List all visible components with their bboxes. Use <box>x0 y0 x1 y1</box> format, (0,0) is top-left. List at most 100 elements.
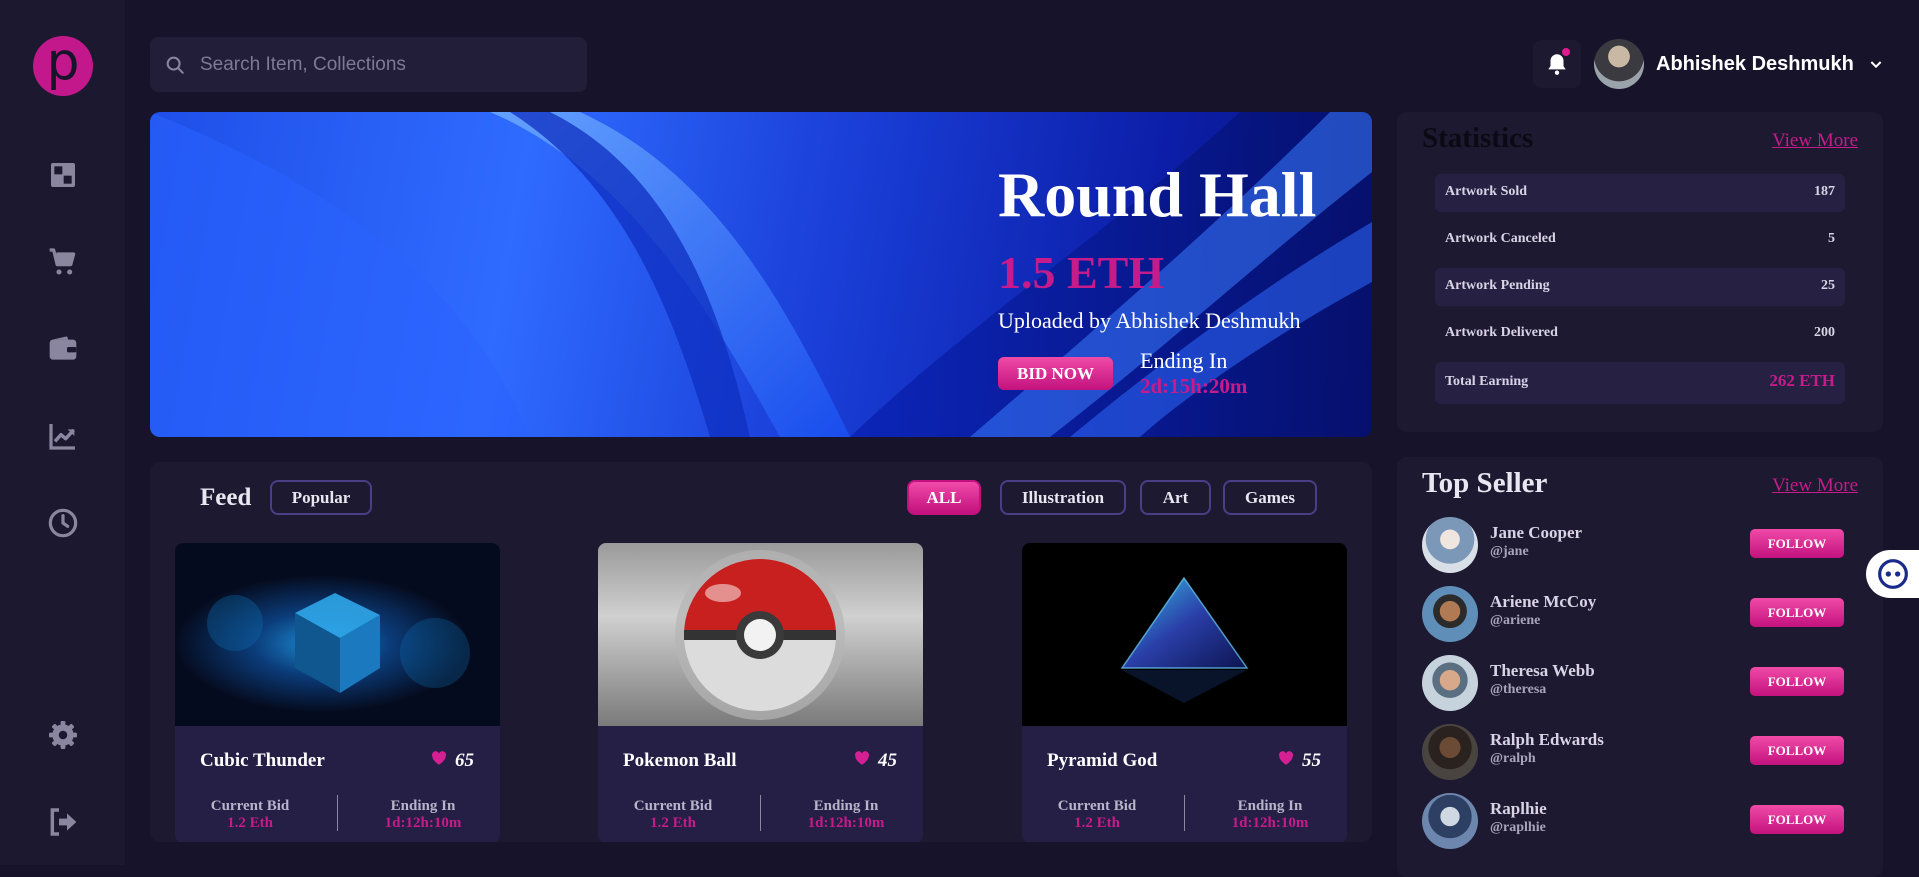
gear-icon <box>49 721 77 749</box>
seller-handle: @theresa <box>1490 682 1547 697</box>
current-bid-value: 1.2 Eth <box>650 815 696 831</box>
nft-name: Cubic Thunder <box>200 750 325 771</box>
stat-value: 187 <box>1814 184 1835 199</box>
divider <box>337 795 338 831</box>
hero-banner: Round Hall 1.5 ETH Uploaded by Abhishek … <box>150 112 1372 437</box>
seller-item: Raplhie @raplhie FOLLOW <box>1422 793 1862 849</box>
seller-item: Ariene McCoy @ariene FOLLOW <box>1422 586 1862 642</box>
heart-icon[interactable] <box>430 749 448 767</box>
nav-logout[interactable] <box>45 804 81 840</box>
nft-image-pyramid-god <box>1022 543 1347 726</box>
nft-name: Pyramid God <box>1047 750 1158 771</box>
current-bid-value: 1.2 Eth <box>1074 815 1120 831</box>
current-bid-label: Current Bid <box>1057 798 1137 814</box>
stat-row-artwork-delivered: Artwork Delivered 200 <box>1435 315 1845 353</box>
filter-illustration[interactable]: Illustration <box>1000 480 1126 515</box>
heart-icon[interactable] <box>853 749 871 767</box>
nav-analytics[interactable] <box>45 418 81 454</box>
stat-label: Artwork Sold <box>1445 184 1528 199</box>
sidebar: p <box>0 0 125 865</box>
filter-games[interactable]: Games <box>1223 480 1317 515</box>
nav-settings[interactable] <box>45 717 81 753</box>
dashboard-icon <box>51 163 75 187</box>
top-seller-panel: Top Seller View More Jane Cooper @jane F… <box>1397 457 1883 877</box>
stat-label: Artwork Pending <box>1445 278 1550 293</box>
bid-now-button[interactable]: BID NOW <box>998 357 1113 390</box>
seller-item: Theresa Webb @theresa FOLLOW <box>1422 655 1862 711</box>
heart-icon[interactable] <box>1277 749 1295 767</box>
clock-icon <box>48 508 78 538</box>
divider <box>1184 795 1185 831</box>
nft-card[interactable]: Pyramid God 55 Current Bid 1.2 Eth Endin… <box>1022 543 1347 842</box>
notifications-button[interactable] <box>1533 40 1581 88</box>
divider <box>760 795 761 831</box>
stat-label: Artwork Canceled <box>1445 231 1556 246</box>
notification-badge <box>1562 48 1570 56</box>
seller-handle: @ariene <box>1490 613 1541 628</box>
current-bid-value: 1.2 Eth <box>227 815 273 831</box>
stat-value: 5 <box>1828 231 1835 246</box>
stat-value: 25 <box>1821 278 1835 293</box>
follow-button[interactable]: FOLLOW <box>1750 805 1844 834</box>
nft-card[interactable]: Pokemon Ball 45 Current Bid 1.2 Eth Endi… <box>598 543 923 842</box>
seller-name: Theresa Webb <box>1490 661 1595 680</box>
nav-dashboard[interactable] <box>45 157 81 193</box>
avatar <box>1422 655 1478 711</box>
current-bid: Current Bid 1.2 Eth <box>598 798 748 832</box>
hero-ending-label: Ending In <box>1140 348 1228 373</box>
sort-popular-button[interactable]: Popular <box>270 480 372 515</box>
ending-in: Ending In 1d:12h:10m <box>771 798 921 832</box>
follow-button[interactable]: FOLLOW <box>1750 529 1844 558</box>
top-seller-title: Top Seller <box>1422 467 1548 499</box>
stat-row-total-earning: Total Earning 262 ETH <box>1435 362 1845 404</box>
ending-in-value: 1d:12h:10m <box>807 815 885 831</box>
stat-label: Total Earning <box>1445 374 1529 389</box>
nav-history[interactable] <box>45 505 81 541</box>
nft-card[interactable]: Cubic Thunder 65 Current Bid 1.2 Eth End… <box>175 543 500 842</box>
filter-all[interactable]: ALL <box>907 480 981 515</box>
follow-button[interactable]: FOLLOW <box>1750 736 1844 765</box>
logout-icon <box>50 808 77 836</box>
statistics-title: Statistics <box>1422 122 1534 154</box>
nft-name: Pokemon Ball <box>623 750 737 771</box>
seller-item: Ralph Edwards @ralph FOLLOW <box>1422 724 1862 780</box>
ending-in: Ending In 1d:12h:10m <box>348 798 498 832</box>
stat-row-artwork-pending: Artwork Pending 25 <box>1435 268 1845 306</box>
current-bid-label: Current Bid <box>633 798 713 814</box>
brand-logo[interactable]: p <box>33 36 93 96</box>
nft-likes: 45 <box>878 750 897 771</box>
nft-image-pokemon-ball <box>598 543 923 726</box>
cart-icon <box>49 248 76 275</box>
seller-name: Raplhie <box>1490 799 1547 818</box>
follow-button[interactable]: FOLLOW <box>1750 598 1844 627</box>
ending-in-value: 1d:12h:10m <box>1231 815 1309 831</box>
search-input[interactable] <box>198 52 582 77</box>
user-menu[interactable]: Abhishek Deshmukh <box>1594 38 1884 90</box>
statistics-view-more-link[interactable]: View More <box>1772 130 1858 152</box>
stat-row-artwork-sold: Artwork Sold 187 <box>1435 174 1845 212</box>
ending-in-label: Ending In <box>813 798 879 814</box>
seller-name: Ralph Edwards <box>1490 730 1604 749</box>
avatar <box>1422 724 1478 780</box>
filter-art[interactable]: Art <box>1140 480 1211 515</box>
avatar <box>1422 517 1478 573</box>
seller-item: Jane Cooper @jane FOLLOW <box>1422 517 1862 573</box>
chart-icon <box>49 424 75 450</box>
top-seller-view-more-link[interactable]: View More <box>1772 475 1858 497</box>
feed-panel: Feed Popular ALL Illustration Art Games … <box>150 462 1372 842</box>
avatar <box>1422 793 1478 849</box>
nft-image-cubic-thunder <box>175 543 500 726</box>
current-bid-label: Current Bid <box>210 798 290 814</box>
logo-letter: p <box>46 32 80 92</box>
seller-handle: @ralph <box>1490 751 1536 766</box>
feed-title: Feed <box>200 484 252 511</box>
hero-price: 1.5 ETH <box>998 247 1165 298</box>
seller-name: Jane Cooper <box>1490 523 1583 542</box>
assistant-button[interactable] <box>1866 550 1919 598</box>
nav-market[interactable] <box>45 244 81 280</box>
nft-likes: 65 <box>455 750 474 771</box>
nav-wallet[interactable] <box>45 331 81 367</box>
follow-button[interactable]: FOLLOW <box>1750 667 1844 696</box>
stat-value: 200 <box>1814 325 1835 340</box>
robot-icon <box>1877 559 1908 589</box>
